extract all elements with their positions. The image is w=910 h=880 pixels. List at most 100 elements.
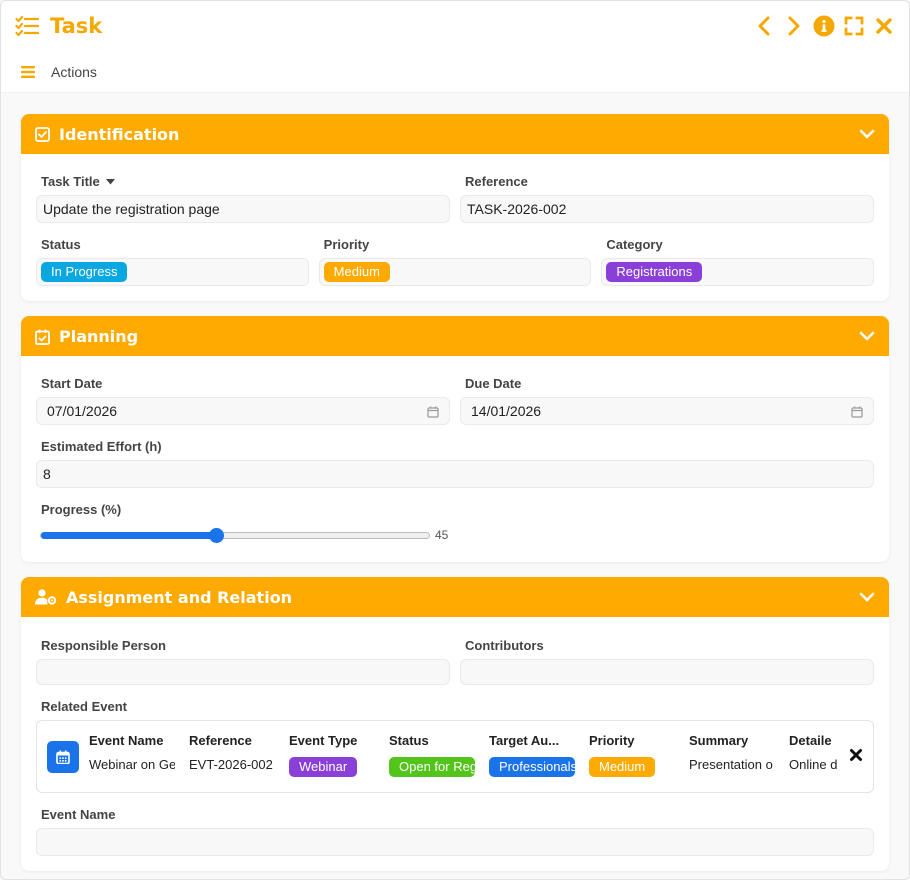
related-event-column-value: Webinar on Ge — [89, 757, 175, 772]
calendar-icon[interactable] — [851, 405, 863, 418]
related-event-column-value: EVT-2026-002 — [189, 757, 273, 772]
task-title-field: Task Title Update the registration page — [36, 174, 450, 223]
calendar-icon[interactable] — [427, 405, 439, 418]
task-title-label: Task Title — [41, 174, 100, 189]
effort-label: Estimated Effort (h) — [41, 439, 162, 454]
form-row: Task Title Update the registration page … — [36, 174, 874, 223]
effort-input[interactable]: 8 — [36, 460, 874, 488]
section-identification-header[interactable]: Identification — [21, 114, 889, 154]
reference-input[interactable]: TASK-2026-002 — [460, 195, 874, 223]
user-gear-icon — [35, 589, 57, 605]
contributors-input[interactable] — [460, 659, 874, 685]
section-planning-body: Start Date 07/01/2026 Due Date 14/01/202… — [21, 356, 889, 562]
form-row: Start Date 07/01/2026 Due Date 14/01/202… — [36, 376, 874, 425]
calendar-icon — [47, 740, 79, 773]
due-date-value: 14/01/2026 — [471, 403, 542, 419]
reference-field: Reference TASK-2026-002 — [460, 174, 874, 223]
event-name-label: Event Name — [41, 807, 116, 822]
related-event-column-header: Event Name — [89, 733, 164, 748]
start-date-label: Start Date — [41, 376, 103, 391]
title-bar: Task — [1, 1, 909, 51]
related-event-label: Related Event — [41, 699, 127, 714]
responsible-input[interactable] — [36, 659, 450, 685]
menu-icon[interactable] — [21, 65, 35, 78]
section-planning-header[interactable]: Planning — [21, 316, 889, 356]
window-title: Task — [50, 14, 103, 38]
category-select[interactable]: Registrations — [601, 258, 875, 286]
calendar-check-icon — [35, 329, 50, 345]
priority-badge: Medium — [323, 262, 390, 282]
task-title-input[interactable]: Update the registration page — [36, 195, 450, 223]
due-date-field: Due Date 14/01/2026 — [460, 376, 874, 425]
related-event-badge: Open for Registration — [389, 757, 475, 777]
progress-slider-thumb[interactable] — [208, 527, 224, 543]
related-event-columns: Event Name Webinar on Ge Reference EVT-2026… — [89, 733, 889, 780]
related-event-column: Detaile Online d — [789, 733, 889, 780]
checklist-icon — [15, 13, 41, 39]
chevron-down-icon[interactable] — [859, 589, 875, 605]
section-identification-body: Task Title Update the registration page … — [21, 154, 889, 301]
due-date-label: Due Date — [465, 376, 522, 391]
field-label: Task Title — [36, 174, 450, 189]
caret-down-icon[interactable] — [105, 178, 115, 185]
section-identification: Identification Task Title Update the reg… — [21, 114, 889, 301]
effort-field: Estimated Effort (h) 8 — [36, 439, 874, 488]
related-event-column-value: Presentation o — [689, 757, 773, 772]
form-content: Identification Task Title Update the reg… — [1, 93, 909, 879]
category-label: Category — [606, 237, 663, 252]
section-title: Assignment and Relation — [66, 587, 293, 607]
progress-slider[interactable] — [40, 527, 430, 543]
contributors-label: Contributors — [465, 638, 544, 653]
event-name-input[interactable] — [36, 828, 874, 856]
related-event-column: Status Open for Registration — [389, 733, 489, 780]
related-event-column-header: Priority — [589, 733, 635, 748]
chevron-down-icon[interactable] — [859, 328, 875, 344]
event-name-field: Event Name — [36, 807, 874, 856]
due-date-input[interactable]: 14/01/2026 — [460, 397, 874, 425]
related-event-column-header: Reference — [189, 733, 252, 748]
chevron-right-icon[interactable] — [783, 15, 805, 37]
start-date-value: 07/01/2026 — [47, 403, 118, 419]
related-event-column: Event Name Webinar on Ge — [89, 733, 189, 780]
actions-bar[interactable]: Actions — [1, 51, 909, 93]
close-icon[interactable] — [849, 748, 865, 764]
related-event-column-value: Webinar — [289, 757, 375, 780]
related-event-column-header: Status — [389, 733, 429, 748]
related-event-column-value: Open for Registration — [389, 757, 475, 780]
priority-select[interactable]: Medium — [318, 258, 592, 286]
section-assignment-header[interactable]: Assignment and Relation — [21, 577, 889, 617]
related-event-badge: Medium — [589, 757, 656, 777]
start-date-input[interactable]: 07/01/2026 — [36, 397, 450, 425]
related-event-column-value: Professionals — [489, 757, 575, 780]
status-field: Status In Progress — [36, 237, 309, 286]
related-event-column: Reference EVT-2026-002 — [189, 733, 289, 780]
fullscreen-icon[interactable] — [843, 15, 865, 37]
related-event-column-value: Medium — [589, 757, 675, 780]
chevron-down-icon[interactable] — [859, 126, 875, 142]
section-assignment: Assignment and Relation Responsible Pers… — [21, 577, 889, 871]
section-title: Planning — [59, 326, 139, 346]
contributors-field: Contributors — [460, 638, 874, 685]
form-row: Progress (%) 45 — [36, 502, 874, 547]
info-icon[interactable] — [813, 15, 835, 37]
related-event-badge: Professionals — [489, 757, 575, 777]
related-event-card[interactable]: Event Name Webinar on Ge Reference EVT-2026… — [36, 720, 874, 793]
task-window: Task Actions Identification Task Title U… — [0, 0, 910, 880]
section-planning: Planning Start Date 07/01/2026 Due Date … — [21, 316, 889, 562]
status-badge: In Progress — [41, 262, 128, 282]
actions-label[interactable]: Actions — [51, 64, 97, 80]
close-icon[interactable] — [873, 15, 895, 37]
category-field: Category Registrations — [601, 237, 875, 286]
form-row: Responsible Person Contributors — [36, 638, 874, 685]
progress-field: Progress (%) 45 — [36, 502, 874, 547]
related-event-column-header: Event Type — [289, 733, 358, 748]
related-event-column-header: Detaile — [789, 733, 832, 748]
related-event-badge: Webinar — [289, 757, 358, 777]
status-select[interactable]: In Progress — [36, 258, 309, 286]
form-row: Estimated Effort (h) 8 — [36, 439, 874, 488]
category-badge: Registrations — [606, 262, 703, 282]
chevron-left-icon[interactable] — [753, 15, 775, 37]
priority-field: Priority Medium — [318, 237, 592, 286]
section-assignment-body: Responsible Person Contributors Related … — [21, 617, 889, 871]
section-title: Identification — [59, 124, 180, 144]
